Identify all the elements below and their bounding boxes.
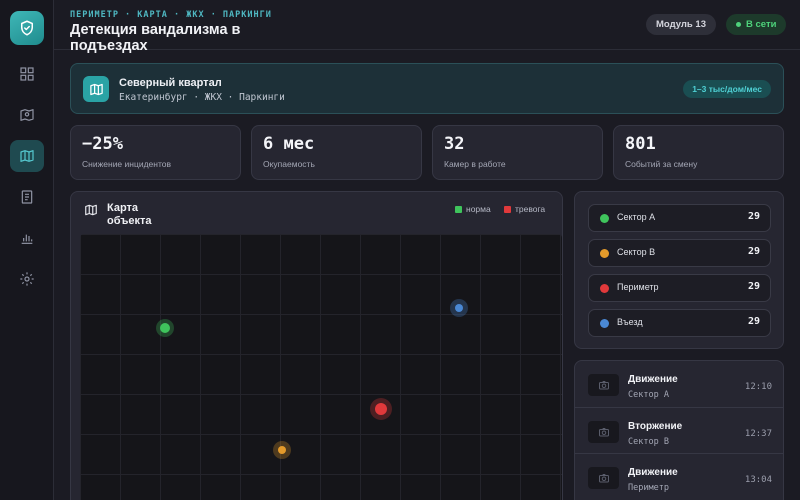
stat-card-cameras: 32 Камер в работе: [432, 125, 603, 180]
logo[interactable]: [10, 11, 44, 45]
status-dot-icon: [600, 249, 609, 258]
status-dot-icon: [600, 319, 609, 328]
map-icon: [20, 150, 34, 162]
camera-icon: [588, 374, 619, 396]
event-title: Движение: [628, 467, 678, 478]
sidebar-item-reports[interactable]: [10, 181, 44, 213]
event-item[interactable]: Движение Периметр 13:04: [575, 453, 783, 499]
status-dot-icon: [600, 214, 609, 223]
event-time: 13:04: [744, 475, 772, 485]
gear-icon: [20, 272, 34, 286]
sector-count: 29: [747, 316, 760, 327]
event-feed: Движение Сектор A 12:10 Вторжение Сектор…: [574, 360, 784, 500]
stat-card-incidents: −25% Снижение инцидентов: [70, 125, 241, 180]
sector-count: 29: [747, 281, 760, 292]
sector-name: Периметр: [617, 282, 659, 292]
page-title: Детекция вандализма в подъездах: [70, 22, 241, 54]
legend-normal: норма: [455, 204, 491, 214]
event-time: 12:37: [744, 429, 772, 439]
map-icon: [85, 204, 97, 216]
status-badge: В сети: [726, 14, 787, 35]
sector-row[interactable]: Сектор A 29: [588, 204, 771, 232]
shield-check-icon: [21, 20, 33, 36]
location-icon-box: [83, 76, 109, 102]
stat-card-payback: 6 мес Окупаемость: [251, 125, 422, 180]
sidebar-item-cameras[interactable]: [10, 99, 44, 131]
document-icon: [21, 190, 33, 204]
map-card: Карта объекта норма тревога: [70, 191, 563, 500]
bar-chart-icon: [21, 234, 33, 244]
camera-map-icon: [20, 109, 34, 121]
event-title: Вторжение: [628, 421, 683, 432]
map-marker-warning[interactable]: [273, 441, 291, 459]
sidebar-item-settings[interactable]: [10, 263, 44, 295]
breadcrumb: ПЕРИМЕТР · КАРТА · ЖКХ · ПАРКИНГИ: [70, 10, 272, 20]
stat-value: 801: [625, 134, 656, 154]
sector-row[interactable]: Периметр 29: [588, 274, 771, 302]
map-canvas[interactable]: [80, 234, 562, 500]
stat-card-events: 801 Событий за смену: [613, 125, 784, 180]
sector-row[interactable]: Въезд 29: [588, 309, 771, 337]
map-marker-info[interactable]: [450, 299, 468, 317]
sector-name: Въезд: [617, 317, 643, 327]
price-badge: 1–3 тыс/дом/мес: [683, 80, 771, 98]
sidebar: [0, 0, 54, 500]
legend-alarm: тревога: [504, 204, 545, 214]
stat-label: Камер в работе: [444, 159, 506, 169]
event-title: Движение: [628, 374, 678, 385]
location-banner: Северный квартал Екатеринбург · ЖКХ · Па…: [70, 63, 784, 114]
sector-count: 29: [747, 246, 760, 257]
module-badge[interactable]: Модуль 13: [646, 14, 716, 35]
legend-swatch-alarm: [504, 205, 511, 213]
event-location: Сектор B: [628, 437, 669, 447]
stat-value: 32: [444, 134, 465, 154]
stat-value: −25%: [82, 134, 123, 154]
stat-label: Окупаемость: [263, 159, 315, 169]
stat-value: 6 мес: [263, 134, 315, 154]
status-label: В сети: [746, 19, 777, 30]
sector-name: Сектор A: [617, 212, 656, 222]
event-location: Сектор A: [628, 390, 669, 400]
map-icon: [89, 83, 103, 95]
map-title: Карта объекта: [107, 202, 152, 227]
sector-name: Сектор B: [617, 247, 656, 257]
sector-count: 29: [747, 211, 760, 222]
legend-label: тревога: [515, 204, 546, 214]
stat-label: Событий за смену: [625, 159, 698, 169]
sidebar-item-analytics[interactable]: [10, 222, 44, 254]
map-marker-alarm[interactable]: [370, 398, 392, 420]
dashboard-icon: [20, 67, 34, 81]
status-dot-icon: [600, 284, 609, 293]
online-dot-icon: [736, 22, 741, 27]
camera-icon: [588, 467, 619, 489]
location-subtitle: Екатеринбург · ЖКХ · Паркинги: [119, 92, 285, 103]
event-location: Периметр: [628, 483, 669, 493]
stat-label: Снижение инцидентов: [82, 159, 172, 169]
event-item[interactable]: Движение Сектор A 12:10: [575, 361, 783, 407]
event-time: 12:10: [744, 382, 772, 392]
header: ПЕРИМЕТР · КАРТА · ЖКХ · ПАРКИНГИ Детекц…: [54, 0, 800, 54]
legend-swatch-normal: [455, 205, 462, 213]
map-marker-normal[interactable]: [156, 319, 174, 337]
event-item[interactable]: Вторжение Сектор B 12:37: [575, 407, 783, 453]
sidebar-item-dashboard[interactable]: [10, 58, 44, 90]
sector-row[interactable]: Сектор B 29: [588, 239, 771, 267]
sidebar-item-map[interactable]: [10, 140, 44, 172]
legend-label: норма: [466, 204, 491, 214]
location-name: Северный квартал: [119, 77, 222, 89]
camera-icon: [588, 421, 619, 443]
sector-list: Сектор A 29 Сектор B 29 Периметр 29 Въез…: [574, 191, 784, 349]
